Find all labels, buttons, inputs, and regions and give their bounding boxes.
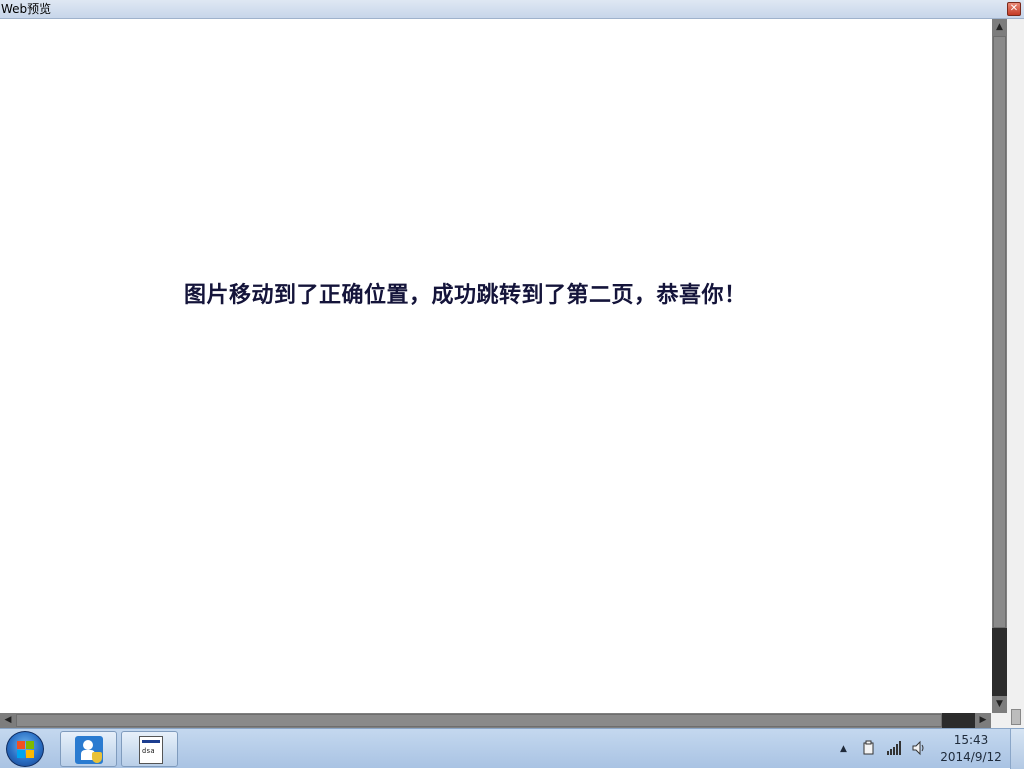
vertical-scroll-track[interactable] xyxy=(992,628,1007,696)
window-titlebar: Web预览 ✕ xyxy=(0,0,1024,19)
start-button[interactable] xyxy=(6,731,44,767)
show-hidden-icons-button[interactable]: ▲ xyxy=(840,744,847,754)
window-right-edge xyxy=(1007,19,1024,728)
web-preview-content: 图片移动到了正确位置，成功跳转到了第二页，恭喜你！ xyxy=(0,19,992,713)
taskbar-item-web-preview[interactable]: dsa xyxy=(121,731,178,767)
network-icon[interactable] xyxy=(886,740,902,759)
clock-date: 2014/9/12 xyxy=(940,750,1002,764)
vertical-scroll-thumb[interactable] xyxy=(993,36,1006,628)
horizontal-scroll-track[interactable] xyxy=(942,713,975,728)
scroll-left-button[interactable]: ◀ xyxy=(0,713,16,728)
close-button[interactable]: ✕ xyxy=(1007,2,1021,16)
arrow-up-icon: ▲ xyxy=(996,22,1003,32)
scroll-up-button[interactable]: ▲ xyxy=(992,19,1007,36)
arrow-down-icon: ▼ xyxy=(996,699,1003,709)
horizontal-scroll-thumb[interactable] xyxy=(16,714,942,727)
user-account-control-icon xyxy=(75,736,103,764)
taskbar-item-user-accounts[interactable] xyxy=(60,731,117,767)
flag-icon xyxy=(863,740,874,755)
horizontal-scrollbar[interactable]: ◀ ▶ xyxy=(0,713,1007,728)
volume-icon[interactable] xyxy=(911,740,927,759)
scrollbar-corner xyxy=(991,713,1007,728)
chevron-up-icon: ▲ xyxy=(840,744,847,754)
arrow-left-icon: ◀ xyxy=(4,715,12,725)
resize-knob[interactable] xyxy=(1011,709,1021,725)
success-message: 图片移动到了正确位置，成功跳转到了第二页，恭喜你！ xyxy=(184,283,747,308)
taskbar: dsa ▲ 15:43 2014/9/12 xyxy=(0,728,1024,769)
system-clock[interactable]: 15:43 2014/9/12 xyxy=(938,732,1004,766)
window-title: Web预览 xyxy=(1,2,52,16)
windows-logo-icon xyxy=(17,741,35,759)
web-document-icon: dsa xyxy=(139,736,163,764)
scroll-right-button[interactable]: ▶ xyxy=(975,713,991,728)
show-desktop-button[interactable] xyxy=(1010,729,1024,769)
signal-bars-icon xyxy=(887,741,901,755)
scroll-down-button[interactable]: ▼ xyxy=(992,696,1007,713)
document-thumb-text: dsa xyxy=(142,747,155,755)
action-center-icon[interactable] xyxy=(862,740,876,759)
arrow-right-icon: ▶ xyxy=(979,715,987,725)
close-icon: ✕ xyxy=(1009,3,1019,14)
vertical-scrollbar[interactable]: ▲ ▼ xyxy=(992,19,1007,713)
speaker-icon xyxy=(912,740,924,756)
clock-time: 15:43 xyxy=(953,733,989,747)
